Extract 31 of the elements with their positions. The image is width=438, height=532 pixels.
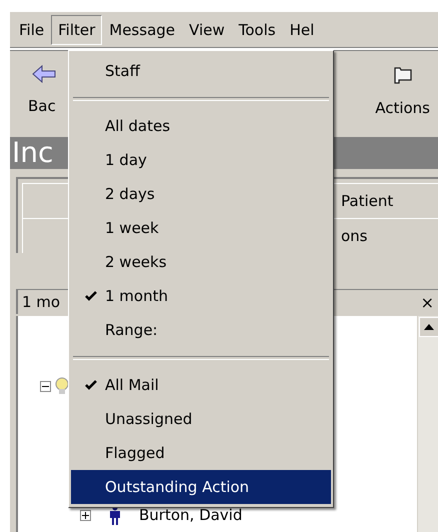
menu-bar-item[interactable]: Message bbox=[102, 15, 182, 45]
menu-item[interactable]: Flagged bbox=[71, 436, 331, 470]
scrollbar[interactable] bbox=[417, 316, 438, 532]
person-icon bbox=[109, 505, 121, 525]
menu-item[interactable]: All dates bbox=[71, 109, 331, 143]
menu-item[interactable]: 1 week bbox=[71, 211, 331, 245]
menu-item[interactable]: 2 days bbox=[71, 177, 331, 211]
menu-bar-item[interactable]: View bbox=[182, 15, 232, 45]
menu-item[interactable]: Range: bbox=[71, 313, 331, 347]
menu-item[interactable]: 1 day bbox=[71, 143, 331, 177]
actions-button[interactable]: Actions bbox=[369, 51, 438, 121]
tree-item[interactable]: Burton, David bbox=[139, 506, 242, 524]
expander-icon[interactable] bbox=[80, 510, 91, 520]
page-title: Inc bbox=[11, 137, 54, 169]
menu-bar-item[interactable]: File bbox=[12, 15, 52, 45]
left-arrow-icon bbox=[32, 65, 56, 83]
menu-item[interactable]: Staff bbox=[71, 54, 331, 88]
menu-bar-item[interactable]: Filter bbox=[51, 15, 102, 45]
filter-label: 1 mo bbox=[22, 293, 60, 311]
menu-item[interactable]: All Mail bbox=[71, 368, 331, 402]
folder-icon bbox=[392, 65, 413, 85]
scroll-up-icon[interactable] bbox=[419, 317, 438, 337]
menu-bar-item[interactable]: Hel bbox=[282, 15, 322, 45]
expander-icon[interactable] bbox=[40, 380, 51, 392]
menu-item[interactable]: Unassigned bbox=[71, 402, 331, 436]
menu-item[interactable]: Outstanding Action bbox=[71, 470, 331, 504]
menu-item[interactable]: 2 weeks bbox=[71, 245, 331, 279]
close-button[interactable]: × bbox=[420, 292, 434, 312]
back-button[interactable]: Bac bbox=[10, 51, 62, 119]
menu-bar-item[interactable]: Tools bbox=[232, 15, 283, 45]
menu-item[interactable]: 1 month bbox=[71, 279, 331, 313]
